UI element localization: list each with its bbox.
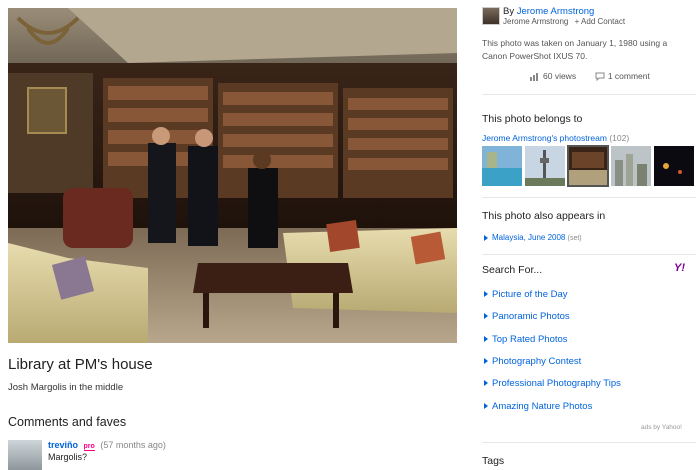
- ads-by-yahoo[interactable]: ads by Yahoo!: [641, 424, 682, 431]
- triangle-bullet-icon: [484, 380, 488, 387]
- comment-icon: [595, 72, 605, 82]
- triangle-bullet-icon: [484, 403, 488, 410]
- photostream-link[interactable]: Jerome Armstrong's photostream: [482, 133, 607, 143]
- search-link-top-rated-photos[interactable]: Top Rated Photos: [484, 334, 568, 345]
- comment-author-link[interactable]: treviño: [48, 440, 78, 450]
- owner-byline: By Jerome Armstrong: [503, 6, 594, 17]
- photo-taken-info: This photo was taken on January 1, 1980 …: [482, 38, 668, 61]
- photo-title: Library at PM's house: [8, 356, 153, 373]
- photo-description: Josh Margolis in the middle: [8, 382, 124, 393]
- views-count: 60 views: [543, 71, 577, 81]
- search-link-label[interactable]: Professional Photography Tips: [492, 378, 621, 389]
- search-link-label[interactable]: Photography Contest: [492, 356, 581, 367]
- search-link-photography-contest[interactable]: Photography Contest: [484, 356, 581, 367]
- search-link-label[interactable]: Amazing Nature Photos: [492, 401, 592, 412]
- comments-heading: Comments and faves: [8, 415, 127, 429]
- tags-heading: Tags: [482, 455, 505, 467]
- comment-meta: treviño pro (57 months ago): [48, 440, 166, 451]
- search-link-picture-of-the-day[interactable]: Picture of the Day: [484, 289, 568, 300]
- album-type: (set): [567, 235, 582, 242]
- owner-subline: Jerome Armstrong + Add Contact: [503, 17, 625, 26]
- divider: [482, 94, 696, 95]
- photostream-link-row: Jerome Armstrong's photostream (102): [482, 133, 629, 143]
- thumbnail-library-current[interactable]: [567, 145, 609, 187]
- search-link-label[interactable]: Top Rated Photos: [492, 334, 568, 345]
- by-label: By: [503, 6, 515, 17]
- comments-count-link[interactable]: 1 comment: [608, 71, 650, 81]
- belongs-heading: This photo belongs to: [482, 113, 583, 125]
- comment-time[interactable]: (57 months ago): [100, 440, 166, 450]
- photostream-count: (102): [609, 133, 630, 143]
- album-link[interactable]: Malaysia, June 2008: [492, 233, 565, 242]
- library-photo-image: [8, 8, 457, 343]
- appears-heading: This photo also appears in: [482, 210, 606, 222]
- triangle-bullet-icon: [484, 313, 488, 320]
- thumbnail-pool[interactable]: [482, 146, 522, 186]
- add-contact-link[interactable]: + Add Contact: [575, 17, 625, 26]
- search-link-label[interactable]: Picture of the Day: [492, 289, 568, 300]
- search-link-panoramic-photos[interactable]: Panoramic Photos: [484, 311, 570, 322]
- triangle-bullet-icon: [484, 234, 488, 241]
- search-for-heading: Search For...: [482, 264, 543, 276]
- owner-sub-name: Jerome Armstrong: [503, 17, 569, 26]
- search-link-label[interactable]: Panoramic Photos: [492, 311, 570, 322]
- triangle-bullet-icon: [484, 336, 488, 343]
- divider: [482, 254, 696, 255]
- comment-text: Margolis?: [48, 452, 88, 462]
- album-row: Malaysia, June 2008 (set): [484, 233, 582, 242]
- owner-avatar[interactable]: [482, 7, 500, 25]
- main-photo[interactable]: [8, 8, 457, 343]
- yahoo-logo-icon: Y!: [674, 262, 685, 274]
- thumbnail-tower[interactable]: [525, 146, 565, 186]
- thumbnail-night[interactable]: [654, 146, 694, 186]
- divider: [482, 442, 696, 443]
- search-link-professional-photography-tips[interactable]: Professional Photography Tips: [484, 378, 621, 389]
- pro-badge[interactable]: pro: [83, 443, 95, 451]
- divider: [482, 197, 696, 198]
- triangle-bullet-icon: [484, 358, 488, 365]
- views-icon: [530, 72, 538, 81]
- sidebar: By Jerome Armstrong Jerome Armstrong + A…: [474, 0, 700, 467]
- owner-name-link[interactable]: Jerome Armstrong: [517, 6, 595, 17]
- triangle-bullet-icon: [484, 291, 488, 298]
- thumbnail-city[interactable]: [611, 146, 651, 186]
- photo-stats: 60 views 1 comment: [530, 71, 650, 82]
- search-link-amazing-nature-photos[interactable]: Amazing Nature Photos: [484, 401, 592, 412]
- photostream-thumbnails: [482, 145, 694, 188]
